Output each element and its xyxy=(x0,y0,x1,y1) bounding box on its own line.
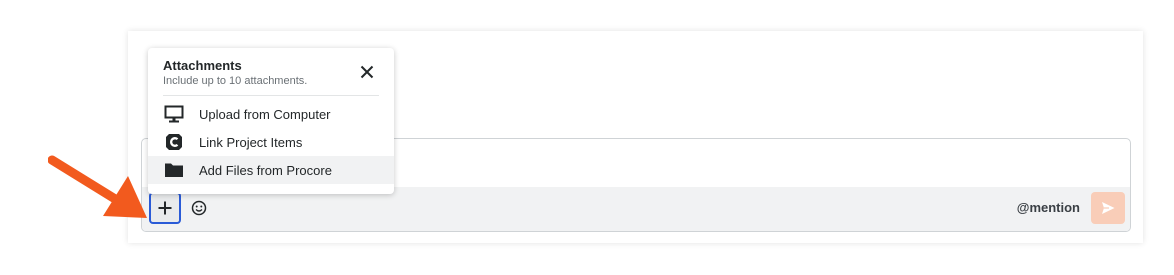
send-button[interactable] xyxy=(1091,192,1125,224)
close-icon xyxy=(360,65,374,79)
menu-item-label: Add Files from Procore xyxy=(199,162,332,178)
plus-icon xyxy=(158,201,172,215)
menu-item-label: Upload from Computer xyxy=(199,106,331,122)
attachments-popover: Attachments Include up to 10 attachments… xyxy=(148,48,394,194)
popover-divider xyxy=(163,95,379,96)
mention-button[interactable]: @mention xyxy=(1017,200,1080,215)
smiley-icon xyxy=(191,200,207,216)
procore-logo-icon xyxy=(164,132,184,152)
popover-title: Attachments xyxy=(163,58,242,73)
close-button[interactable] xyxy=(358,63,376,81)
pointer-arrow-icon xyxy=(48,155,147,218)
menu-item-add-files-from-procore[interactable]: Add Files from Procore xyxy=(148,156,394,184)
menu-item-link-project-items[interactable]: Link Project Items xyxy=(148,128,394,156)
emoji-button[interactable] xyxy=(189,198,209,218)
menu-item-upload-from-computer[interactable]: Upload from Computer xyxy=(148,100,394,128)
folder-icon xyxy=(164,160,184,180)
popover-subtitle: Include up to 10 attachments. xyxy=(163,75,308,87)
add-attachment-button[interactable] xyxy=(149,192,181,224)
send-icon xyxy=(1102,202,1115,214)
monitor-icon xyxy=(164,104,184,124)
menu-item-label: Link Project Items xyxy=(199,134,303,150)
background-band xyxy=(0,0,1174,30)
